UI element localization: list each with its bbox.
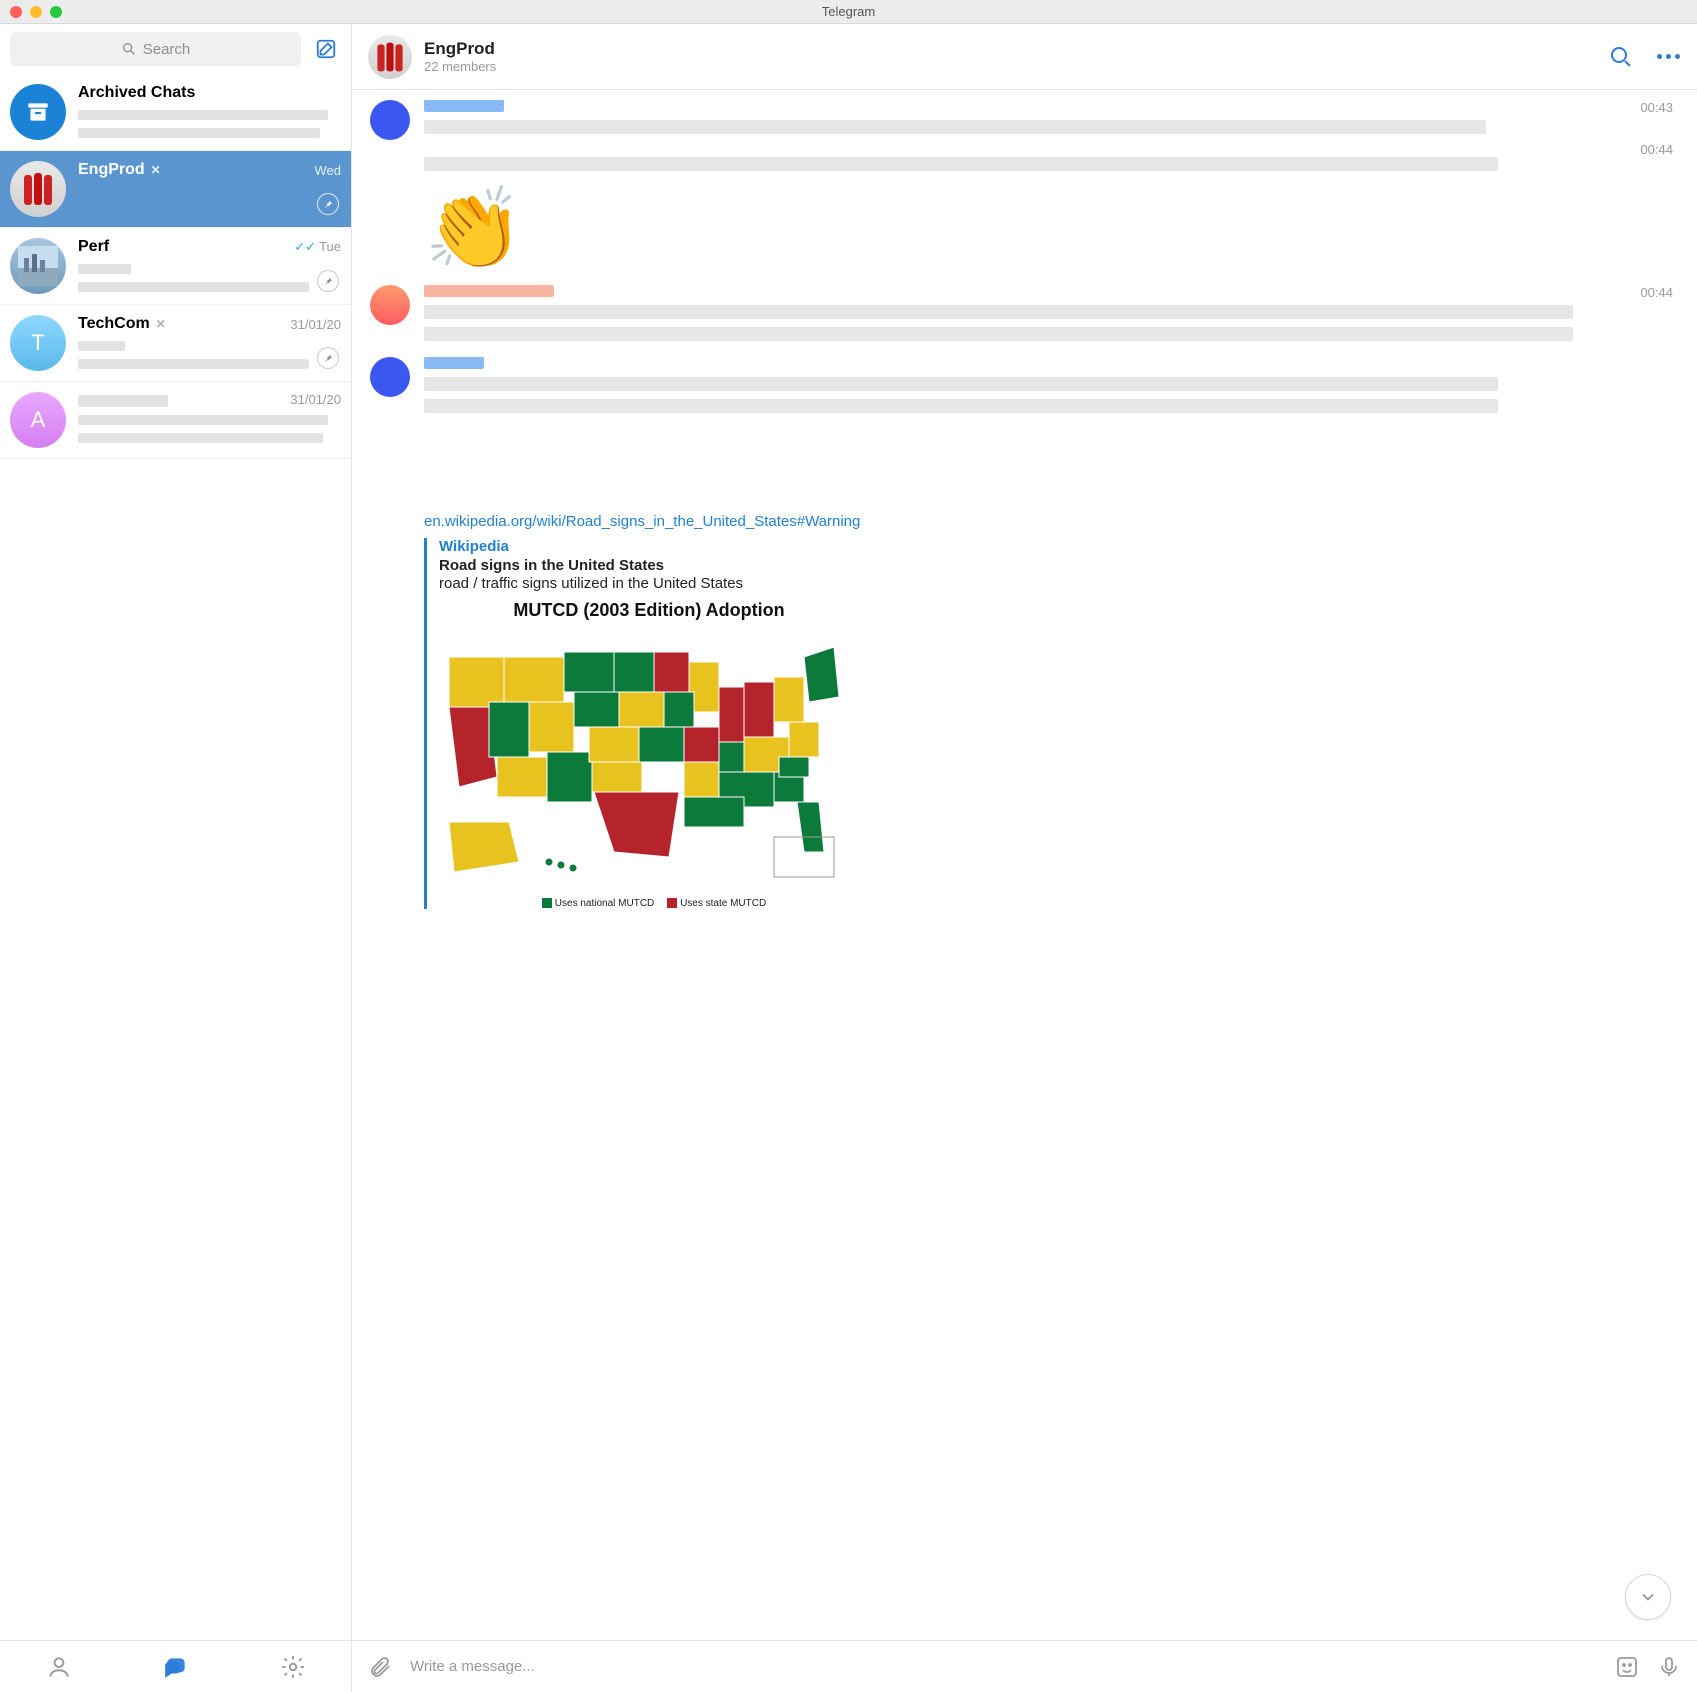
settings-tab[interactable]: [273, 1647, 313, 1687]
message: 00:43 00:44: [370, 100, 1673, 179]
clap-emoji-message: 👏: [424, 189, 1673, 269]
attach-button[interactable]: [368, 1655, 392, 1679]
window-minimize-button[interactable]: [30, 6, 42, 18]
message: [370, 357, 1673, 421]
chats-tab[interactable]: [156, 1647, 196, 1687]
sender-name: [424, 100, 504, 112]
avatar: A: [10, 392, 66, 448]
more-button[interactable]: [1657, 45, 1681, 69]
search-placeholder: Search: [143, 41, 191, 58]
archived-chats-item[interactable]: Archived Chats: [0, 74, 351, 151]
muted-icon: ✕: [156, 317, 166, 331]
sidebar-footer: [0, 1640, 351, 1692]
main-panel: EngProd 22 members 00:43: [352, 24, 1697, 1692]
compose-button[interactable]: [311, 34, 341, 64]
map-title: MUTCD (2003 Edition) Adoption: [439, 600, 859, 621]
sender-avatar[interactable]: [370, 100, 410, 140]
map-legend: Uses national MUTCD Uses state MUTCD: [439, 898, 859, 909]
message-composer: [352, 1640, 1697, 1692]
chat-header[interactable]: EngProd 22 members: [352, 24, 1697, 90]
chat-name: TechCom: [78, 315, 150, 333]
search-icon: [121, 41, 137, 57]
avatar: [10, 238, 66, 294]
muted-icon: ✕: [151, 163, 161, 177]
chat-name: EngProd: [78, 161, 145, 179]
chat-date: Tue: [319, 239, 341, 254]
chat-date: 31/01/20: [290, 392, 341, 407]
window-close-button[interactable]: [10, 6, 22, 18]
chat-item-engprod[interactable]: EngProd ✕ Wed: [0, 151, 351, 228]
chat-item-techcom[interactable]: T TechCom ✕ 31/01/20: [0, 305, 351, 382]
link-preview-description: road / traffic signs utilized in the Uni…: [439, 575, 1673, 592]
search-input[interactable]: Search: [10, 32, 301, 66]
link-message: en.wikipedia.org/wiki/Road_signs_in_the_…: [424, 511, 1673, 909]
link-preview-source: Wikipedia: [439, 538, 1673, 555]
message-time: 00:43: [1640, 100, 1673, 115]
message: 00:44: [370, 285, 1673, 349]
avatar: [10, 161, 66, 217]
chevron-down-icon: [1638, 1587, 1658, 1607]
link-preview[interactable]: Wikipedia Road signs in the United State…: [424, 538, 1673, 909]
archive-icon: [10, 84, 66, 140]
message-link[interactable]: en.wikipedia.org/wiki/Road_signs_in_the_…: [424, 511, 1673, 532]
chat-list: Archived Chats EngProd ✕ Wed: [0, 74, 351, 1640]
scroll-to-bottom-button[interactable]: [1625, 1574, 1671, 1620]
window-title: Telegram: [0, 4, 1697, 19]
contacts-tab[interactable]: [39, 1647, 79, 1687]
read-checks-icon: ✓✓: [294, 239, 316, 254]
archived-chats-label: Archived Chats: [78, 84, 195, 102]
sender-avatar[interactable]: [370, 357, 410, 397]
voice-button[interactable]: [1657, 1655, 1681, 1679]
avatar: T: [10, 315, 66, 371]
chat-date: 31/01/20: [290, 317, 341, 332]
message-input[interactable]: [410, 1658, 1597, 1675]
chat-name: Perf: [78, 238, 109, 256]
sidebar: Search Archived Chats: [0, 24, 352, 1692]
sender-name: [424, 357, 484, 369]
compose-icon: [315, 38, 337, 60]
chat-item-a[interactable]: A 31/01/20: [0, 382, 351, 459]
window-maximize-button[interactable]: [50, 6, 62, 18]
chat-title: EngProd: [424, 39, 1597, 59]
search-in-chat-button[interactable]: [1609, 45, 1633, 69]
chat-avatar: [368, 35, 412, 79]
chat-subtitle: 22 members: [424, 59, 1597, 74]
sender-avatar[interactable]: [370, 285, 410, 325]
pinned-icon: [317, 347, 339, 369]
sticker-button[interactable]: [1615, 1655, 1639, 1679]
message-time: 00:44: [1640, 285, 1673, 300]
link-preview-image: MUTCD (2003 Edition) Adoption: [439, 600, 859, 909]
chat-date: Wed: [315, 163, 342, 178]
chat-item-perf[interactable]: Perf ✓✓Tue: [0, 228, 351, 305]
message-time: 00:44: [1640, 142, 1673, 157]
us-map-image: [439, 627, 859, 887]
sender-name: [424, 285, 554, 297]
pinned-icon: [317, 193, 339, 215]
link-preview-title: Road signs in the United States: [439, 557, 1673, 574]
messages-pane[interactable]: 00:43 00:44 👏: [352, 90, 1697, 1640]
pinned-icon: [317, 270, 339, 292]
window-titlebar: Telegram: [0, 0, 1697, 24]
